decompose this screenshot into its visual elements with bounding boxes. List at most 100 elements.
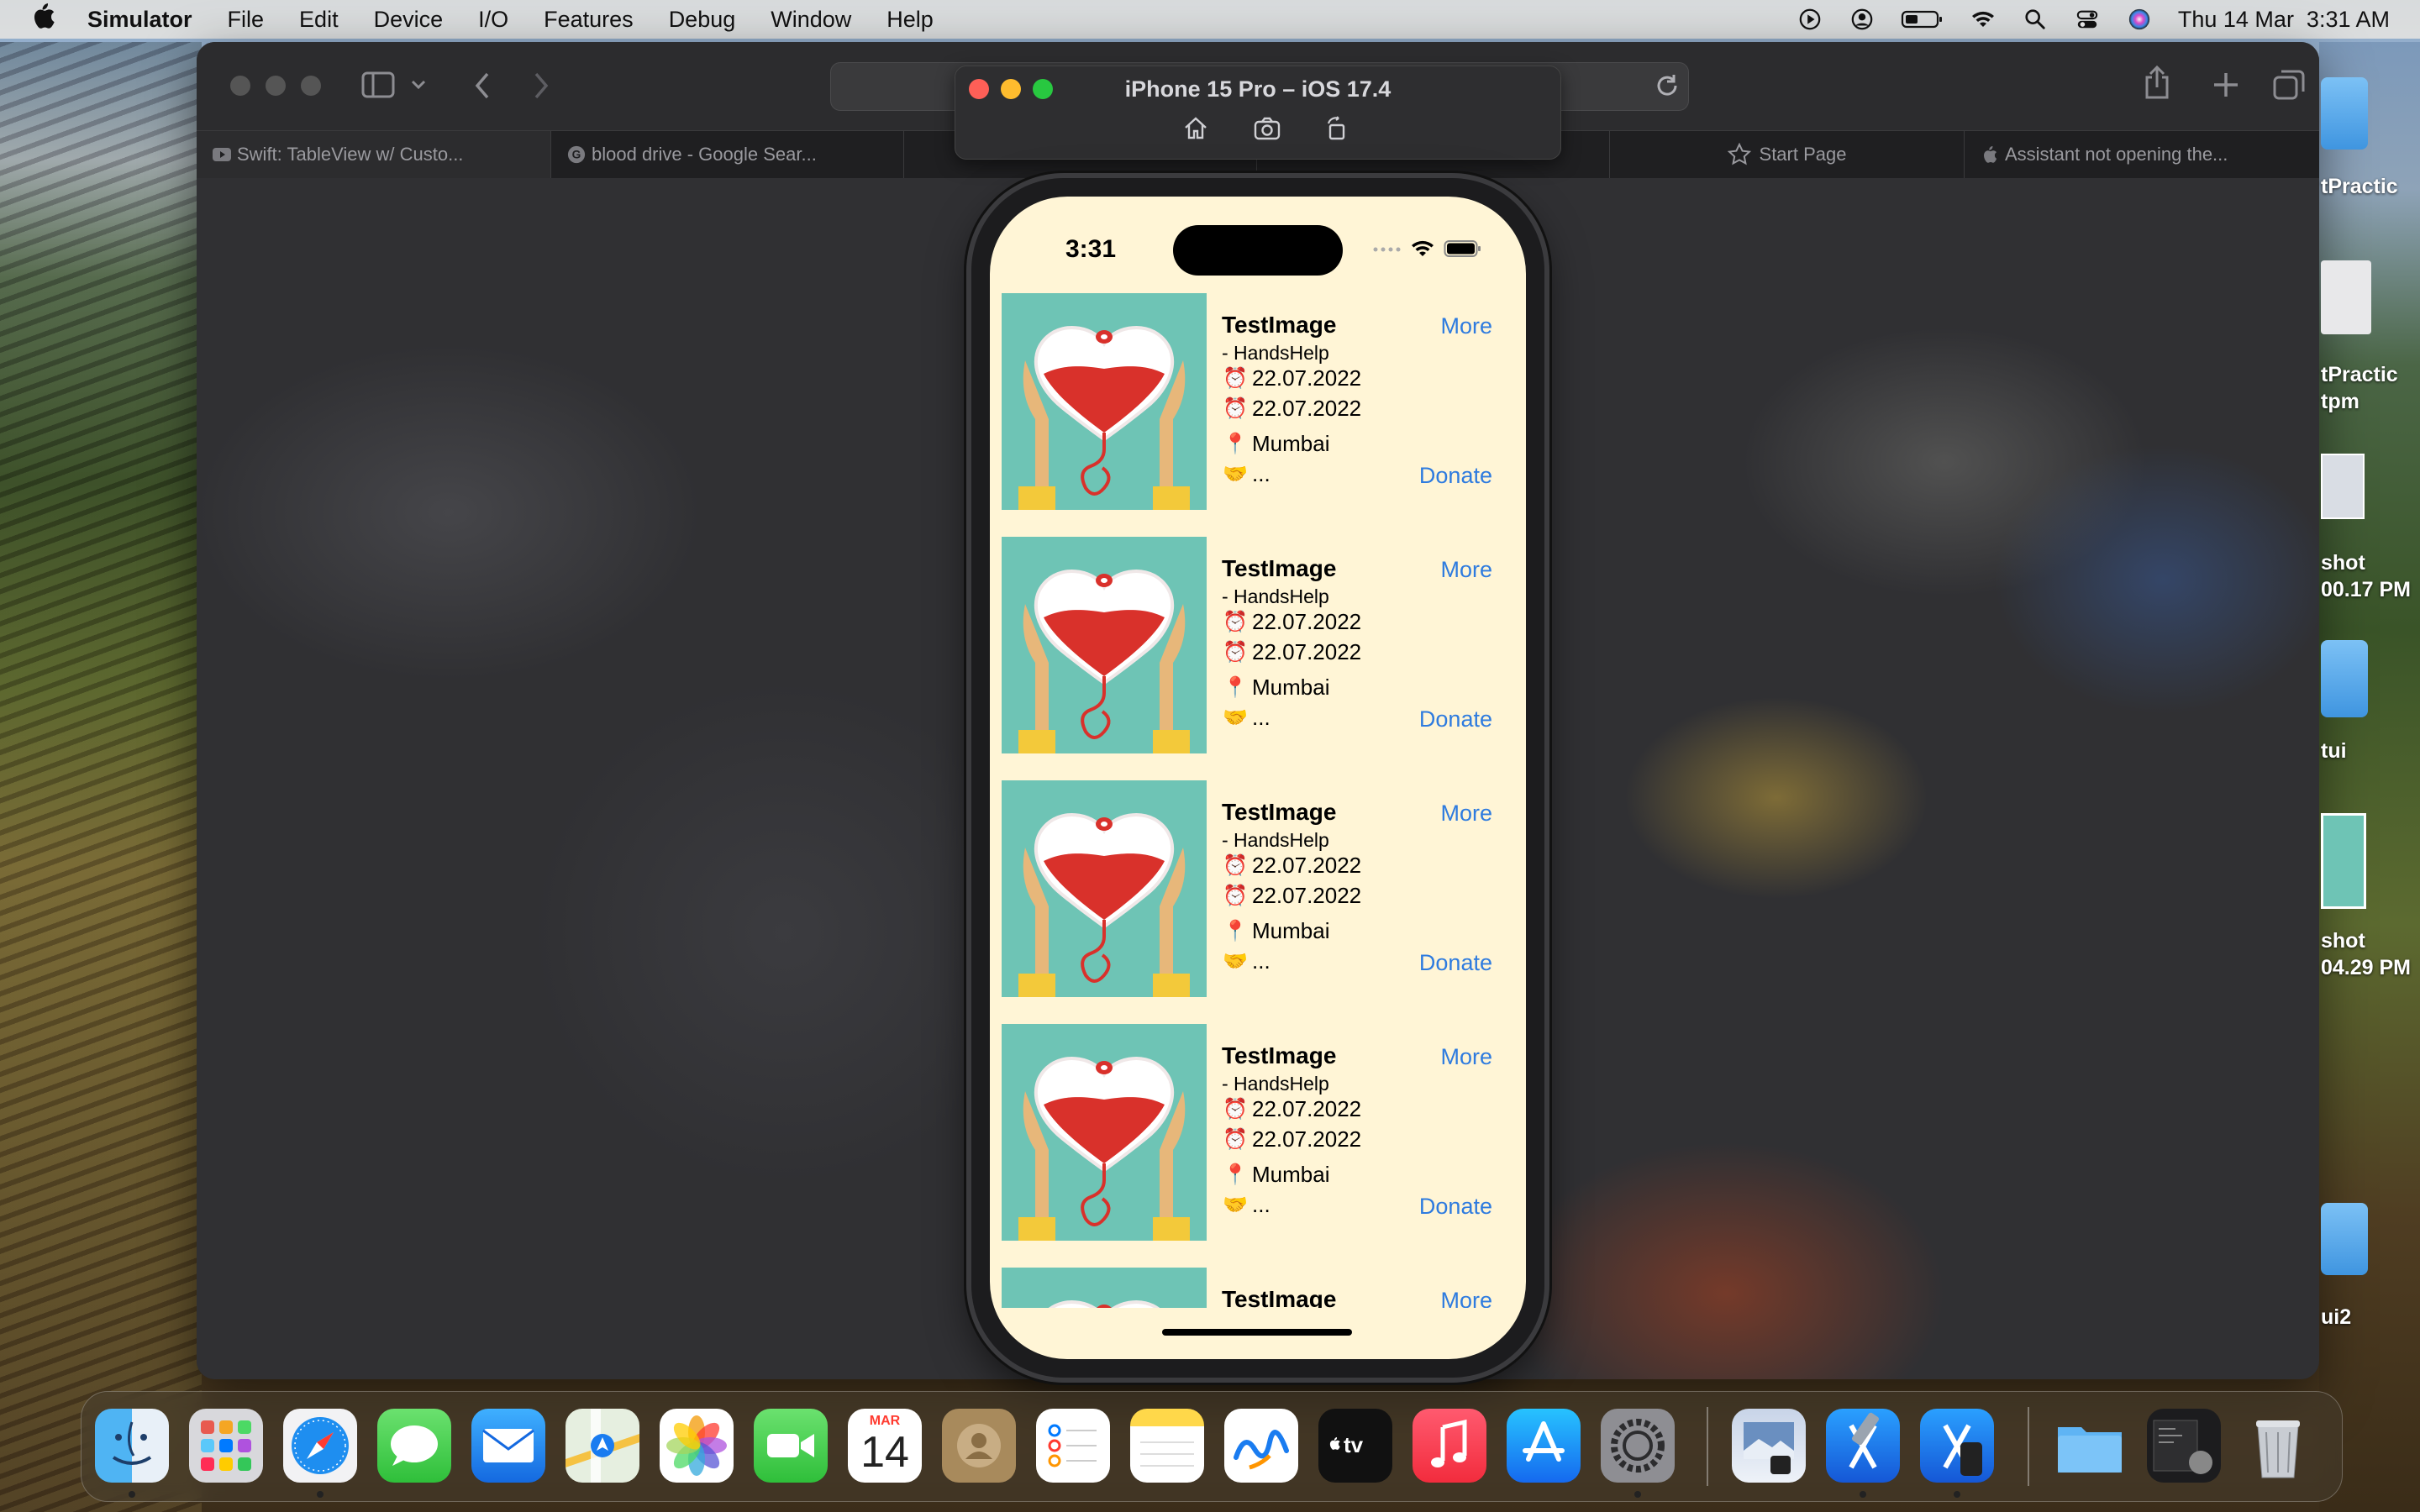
- cell-title: TestImage: [1222, 799, 1337, 825]
- iphone-device: 3:31 TestImage - HandsHelp ⏰ 22.07.2022 …: [971, 178, 1544, 1378]
- donation-cell[interactable]: TestImage - HandsHelp ⏰ 22.07.2022 ⏰ 22.07…: [1002, 780, 1514, 1024]
- system-settings-icon[interactable]: [1601, 1409, 1675, 1483]
- menu-edit[interactable]: Edit: [299, 7, 339, 33]
- menu-help[interactable]: Help: [886, 7, 934, 33]
- calendar-icon[interactable]: MAR 14: [848, 1409, 922, 1483]
- maps-icon[interactable]: [566, 1409, 639, 1483]
- donation-cell[interactable]: TestImage - HandsHelp ⏰ 22.07.2022 ⏰ 22.07…: [1002, 293, 1514, 537]
- minimize-button[interactable]: [266, 76, 286, 96]
- spotlight-search-icon[interactable]: [2022, 8, 2049, 31]
- tab-google[interactable]: G blood drive - Google Sear...: [551, 131, 904, 178]
- location: Mumbai: [1252, 675, 1330, 700]
- tab-youtube[interactable]: Swift: TableView w/ Custo...: [197, 131, 551, 178]
- running-indicator: [129, 1491, 135, 1498]
- messages-icon[interactable]: [377, 1409, 451, 1483]
- screenshots-folder-icon[interactable]: [2147, 1409, 2221, 1483]
- home-icon[interactable]: [1182, 115, 1209, 142]
- calendar-month: MAR: [869, 1414, 901, 1428]
- more-button[interactable]: More: [1440, 313, 1492, 339]
- desktop-label[interactable]: tui: [2321, 739, 2347, 764]
- xcode-icon[interactable]: [1826, 1409, 1900, 1483]
- home-indicator[interactable]: [1162, 1329, 1352, 1336]
- simulator-icon[interactable]: [1920, 1409, 1994, 1483]
- user-account-icon[interactable]: [1849, 8, 1876, 31]
- donation-cell[interactable]: TestImage - HandsHelp ⏰ 22.07.2022 ⏰ 22.07…: [1002, 537, 1514, 780]
- desktop-label[interactable]: tPractic: [2321, 175, 2398, 199]
- music-icon[interactable]: [1413, 1409, 1486, 1483]
- tab-start-page[interactable]: Start Page: [1610, 131, 1965, 178]
- tab-assistant[interactable]: Assistant not opening the...: [1965, 131, 2319, 178]
- more-button[interactable]: More: [1440, 557, 1492, 583]
- rotate-icon[interactable]: [1323, 115, 1350, 142]
- more-button[interactable]: More: [1440, 1044, 1492, 1070]
- desktop-folder-icon[interactable]: [2321, 640, 2368, 717]
- preview-icon[interactable]: [1732, 1409, 1806, 1483]
- finder-icon[interactable]: [95, 1409, 169, 1483]
- zoom-button[interactable]: [301, 76, 321, 96]
- menu-features[interactable]: Features: [544, 7, 634, 33]
- menu-clock[interactable]: Thu 14 Mar 3:31 AM: [2178, 7, 2390, 33]
- wifi-icon[interactable]: [1970, 8, 1996, 31]
- forward-icon[interactable]: [531, 71, 551, 101]
- screenshot-thumbnail-icon[interactable]: [2321, 454, 2365, 519]
- safari-icon[interactable]: [283, 1409, 357, 1483]
- siri-icon[interactable]: [2126, 8, 2153, 31]
- chevron-down-icon[interactable]: [410, 79, 427, 91]
- battery-icon: [1444, 240, 1481, 257]
- app-store-icon[interactable]: [1507, 1409, 1581, 1483]
- folder-icon[interactable]: [2053, 1409, 2127, 1483]
- alarm-clock-icon: ⏰: [1223, 1098, 1248, 1121]
- desktop-label[interactable]: tPractic tpm: [2321, 361, 2398, 415]
- desktop-label[interactable]: shot 04.29 PM: [2321, 927, 2411, 981]
- handshake-icon: 🤝: [1223, 950, 1248, 973]
- menu-app-name[interactable]: Simulator: [87, 7, 192, 33]
- photos-icon[interactable]: [660, 1409, 734, 1483]
- menu-window[interactable]: Window: [771, 7, 851, 33]
- facetime-icon[interactable]: [754, 1409, 828, 1483]
- freeform-icon[interactable]: [1224, 1409, 1298, 1483]
- close-button[interactable]: [230, 76, 250, 96]
- donation-cell[interactable]: TestImage - HandsHelp ⏰ 22.07.2022 ⏰ 22.07…: [1002, 1024, 1514, 1268]
- donation-cell[interactable]: TestImage More: [1002, 1268, 1514, 1308]
- end-date: 22.07.2022: [1252, 639, 1362, 664]
- description: ...: [1252, 461, 1270, 486]
- donate-button[interactable]: Donate: [1419, 1194, 1492, 1220]
- screenshot-thumbnail-icon[interactable]: [2321, 813, 2366, 909]
- screenshot-camera-icon[interactable]: [1253, 115, 1281, 142]
- menu-io[interactable]: I/O: [478, 7, 508, 33]
- tab-overview-icon[interactable]: [2272, 69, 2306, 101]
- location: Mumbai: [1252, 431, 1330, 456]
- apple-tv-icon[interactable]: tv: [1318, 1409, 1392, 1483]
- mail-icon[interactable]: [471, 1409, 545, 1483]
- control-center-icon[interactable]: [2074, 8, 2101, 31]
- menu-debug[interactable]: Debug: [669, 7, 736, 33]
- notes-icon[interactable]: [1130, 1409, 1204, 1483]
- apple-menu-icon[interactable]: [30, 2, 62, 37]
- new-tab-icon[interactable]: [2212, 71, 2240, 99]
- donate-button[interactable]: Donate: [1419, 463, 1492, 489]
- donate-button[interactable]: Donate: [1419, 950, 1492, 976]
- alarm-clock-icon: ⏰: [1223, 397, 1248, 420]
- share-icon[interactable]: [2143, 66, 2171, 101]
- launchpad-icon[interactable]: [189, 1409, 263, 1483]
- reminders-icon[interactable]: [1036, 1409, 1110, 1483]
- sidebar-icon[interactable]: [361, 71, 395, 99]
- document-icon[interactable]: [2321, 260, 2371, 334]
- back-icon[interactable]: [472, 71, 492, 101]
- description-row: 🤝...: [1222, 948, 1270, 974]
- desktop-label[interactable]: shot 00.17 PM: [2321, 549, 2411, 603]
- battery-icon[interactable]: [1901, 8, 1944, 31]
- desktop-label[interactable]: ui2: [2321, 1305, 2351, 1330]
- more-button[interactable]: More: [1440, 801, 1492, 827]
- desktop-folder-icon[interactable]: [2321, 1203, 2368, 1275]
- desktop-folder-icon[interactable]: [2321, 77, 2368, 150]
- menu-device[interactable]: Device: [374, 7, 444, 33]
- contacts-icon[interactable]: [942, 1409, 1016, 1483]
- menu-file[interactable]: File: [228, 7, 265, 33]
- donation-table-view[interactable]: TestImage - HandsHelp ⏰ 22.07.2022 ⏰ 22.07…: [1002, 293, 1514, 1308]
- more-button[interactable]: More: [1440, 1288, 1492, 1308]
- play-icon[interactable]: [1797, 8, 1823, 31]
- donate-button[interactable]: Donate: [1419, 706, 1492, 732]
- reload-icon[interactable]: [1654, 72, 1681, 99]
- trash-icon[interactable]: [2241, 1409, 2315, 1483]
